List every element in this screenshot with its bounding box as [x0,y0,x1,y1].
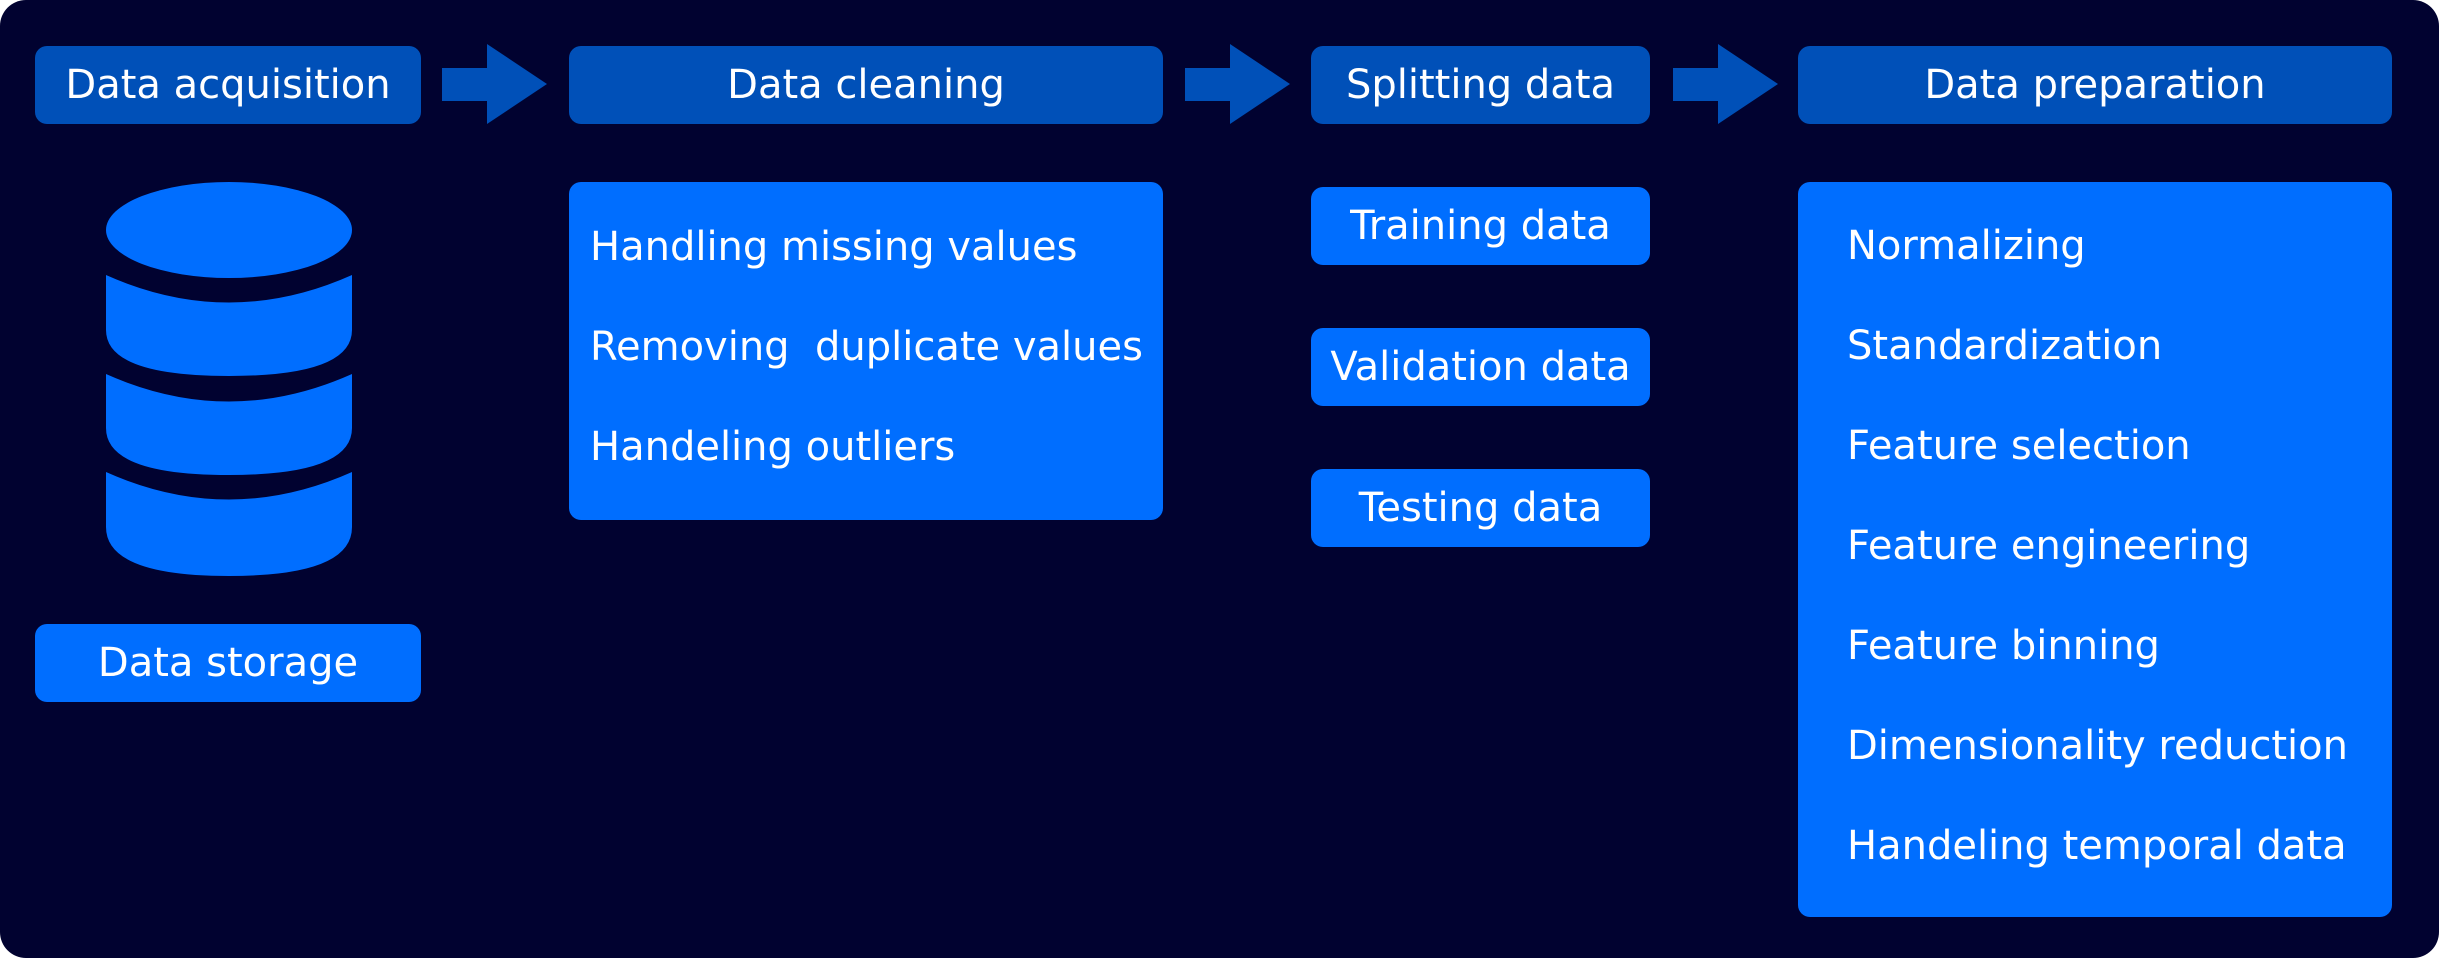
preparation-list: Normalizing Standardization Feature sele… [1798,182,2392,917]
header-data-cleaning: Data cleaning [569,46,1163,124]
database-icon [106,182,352,576]
header-data-cleaning-label: Data cleaning [727,62,1005,108]
split-item-testing-label: Testing data [1358,485,1603,531]
header-data-preparation-label: Data preparation [1924,62,2266,108]
split-item-validation-label: Validation data [1330,344,1631,390]
pipeline-diagram: Data acquisition Data storage Data clean… [0,0,2439,958]
split-item-validation: Validation data [1311,328,1650,406]
list-item: Dimensionality reduction [1847,723,2348,769]
split-item-testing: Testing data [1311,469,1650,547]
arrow-right-icon [1185,44,1290,124]
header-data-acquisition: Data acquisition [35,46,421,124]
header-data-preparation: Data preparation [1798,46,2392,124]
split-item-training-label: Training data [1350,203,1611,249]
header-splitting-data: Splitting data [1311,46,1650,124]
arrow-right-icon [442,44,547,124]
list-item: Feature engineering [1847,523,2251,569]
list-item: Handeling outliers [590,424,956,470]
list-item: Feature binning [1847,623,2160,669]
split-item-training: Training data [1311,187,1650,265]
data-storage-label: Data storage [97,640,359,686]
arrow-right-icon [1673,44,1778,124]
list-item: Normalizing [1847,223,2086,269]
list-item: Removing duplicate values [590,324,1143,370]
list-item: Standardization [1847,323,2163,369]
list-item: Feature selection [1847,423,2191,469]
header-splitting-data-label: Splitting data [1345,62,1616,108]
header-data-acquisition-label: Data acquisition [65,62,391,108]
cleaning-list: Handling missing values Removing duplica… [569,182,1163,520]
list-item: Handling missing values [590,224,1078,270]
data-storage-box: Data storage [35,624,421,702]
list-item: Handeling temporal data [1847,823,2347,869]
